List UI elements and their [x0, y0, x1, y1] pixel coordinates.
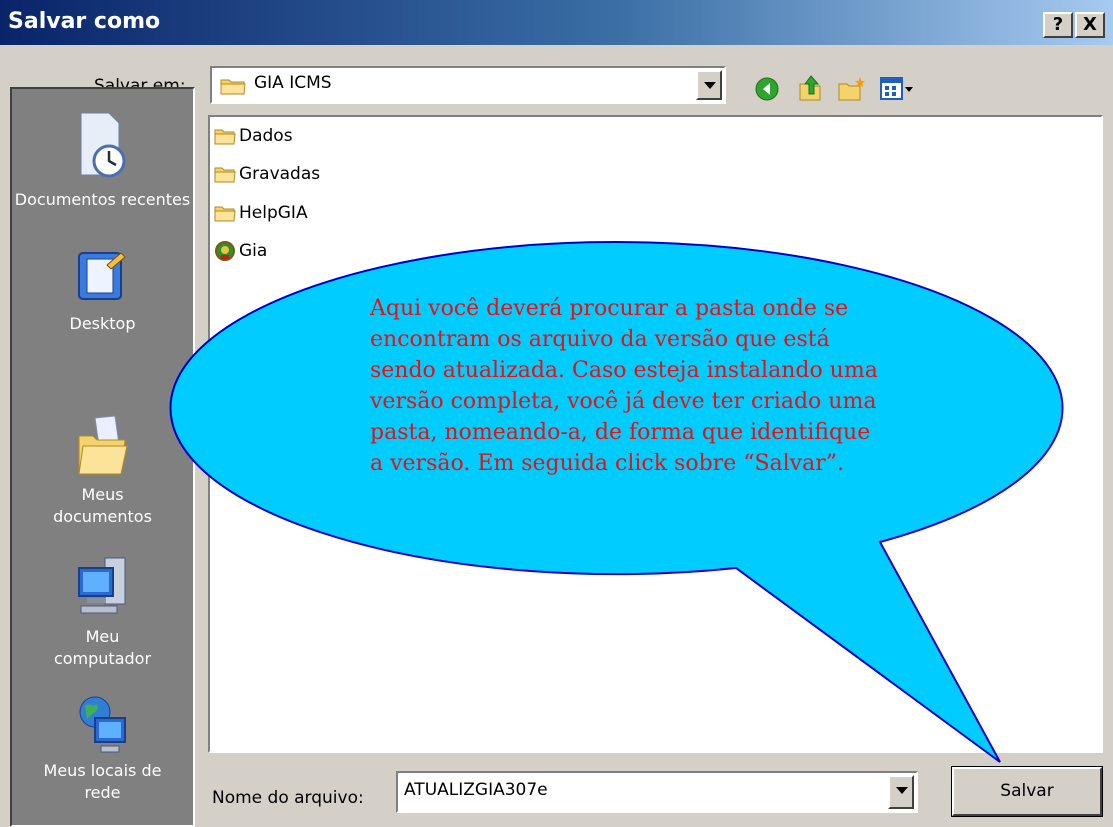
filename-value: ATUALIZGIA307e — [404, 780, 548, 800]
chevron-down-icon[interactable] — [888, 775, 914, 809]
filename-label: Nome do arquivo: — [212, 788, 364, 808]
save-button[interactable]: Salvar — [951, 766, 1103, 817]
callout-text: Aqui você deverá procurar a pasta onde s… — [370, 296, 878, 476]
filename-input[interactable]: ATUALIZGIA307e — [396, 771, 918, 813]
